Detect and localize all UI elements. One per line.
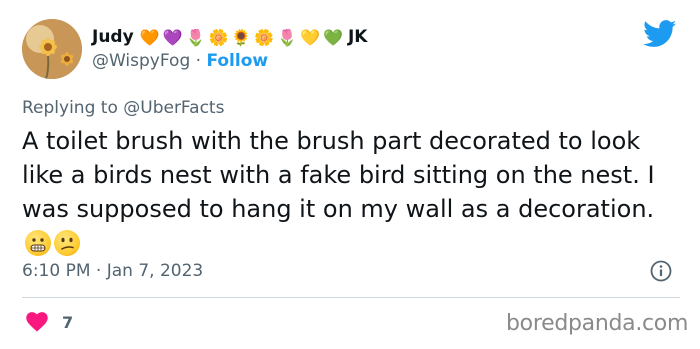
reply-mention-link[interactable]: @UberFacts (123, 98, 224, 118)
replying-to: Replying to @UberFacts (22, 98, 224, 118)
like-count: 7 (62, 312, 74, 332)
tweet-card: Judy 🧡 💜 🌷 🌼 🌻 🌼 🌷 💛 💚 JK @WispyFog · Fo… (0, 0, 700, 349)
name-emojis: 🧡 💜 🌷 🌼 🌻 🌼 🌷 💛 💚 (140, 28, 346, 47)
sunflower-icon: 🌻 (231, 27, 253, 47)
follow-button[interactable]: Follow (206, 51, 268, 71)
author-name-suffix: JK (347, 27, 368, 47)
tweet-text-block: A toilet brush with the brush part decor… (22, 124, 682, 260)
author-handle-row: @WispyFog · Follow (92, 51, 268, 71)
like-action[interactable]: 7 (26, 312, 73, 332)
confused-face-icon (54, 230, 80, 256)
grimacing-face-icon (25, 230, 51, 256)
tweet-text: A toilet brush with the brush part decor… (22, 127, 655, 223)
tweet-timestamp[interactable]: 6:10 PM · Jan 7, 2023 (22, 261, 203, 281)
watermark: boredpanda.com (506, 311, 689, 336)
replying-prefix: Replying to (22, 98, 124, 118)
tulip-icon: 🌷 (277, 27, 299, 47)
author-display-name[interactable]: Judy (92, 27, 134, 47)
yellow-heart-icon: 💛 (300, 27, 322, 47)
avatar[interactable] (22, 19, 82, 79)
green-heart-icon: 💚 (323, 27, 344, 47)
purple-heart-icon: 💜 (162, 27, 184, 47)
tulip-icon: 🌷 (185, 27, 207, 47)
heart-icon[interactable] (26, 312, 48, 332)
divider (22, 297, 680, 298)
handle-separator: · (190, 51, 207, 71)
twitter-bird-icon[interactable] (643, 20, 677, 48)
author-handle[interactable]: @WispyFog (92, 51, 190, 71)
orange-heart-icon: 🧡 (139, 27, 161, 47)
daisy-icon: 🌼 (208, 27, 230, 47)
author-name-row[interactable]: Judy 🧡 💜 🌷 🌼 🌻 🌼 🌷 💛 💚 JK (92, 24, 367, 50)
info-icon[interactable] (650, 260, 672, 282)
daisy-icon: 🌼 (254, 27, 276, 47)
